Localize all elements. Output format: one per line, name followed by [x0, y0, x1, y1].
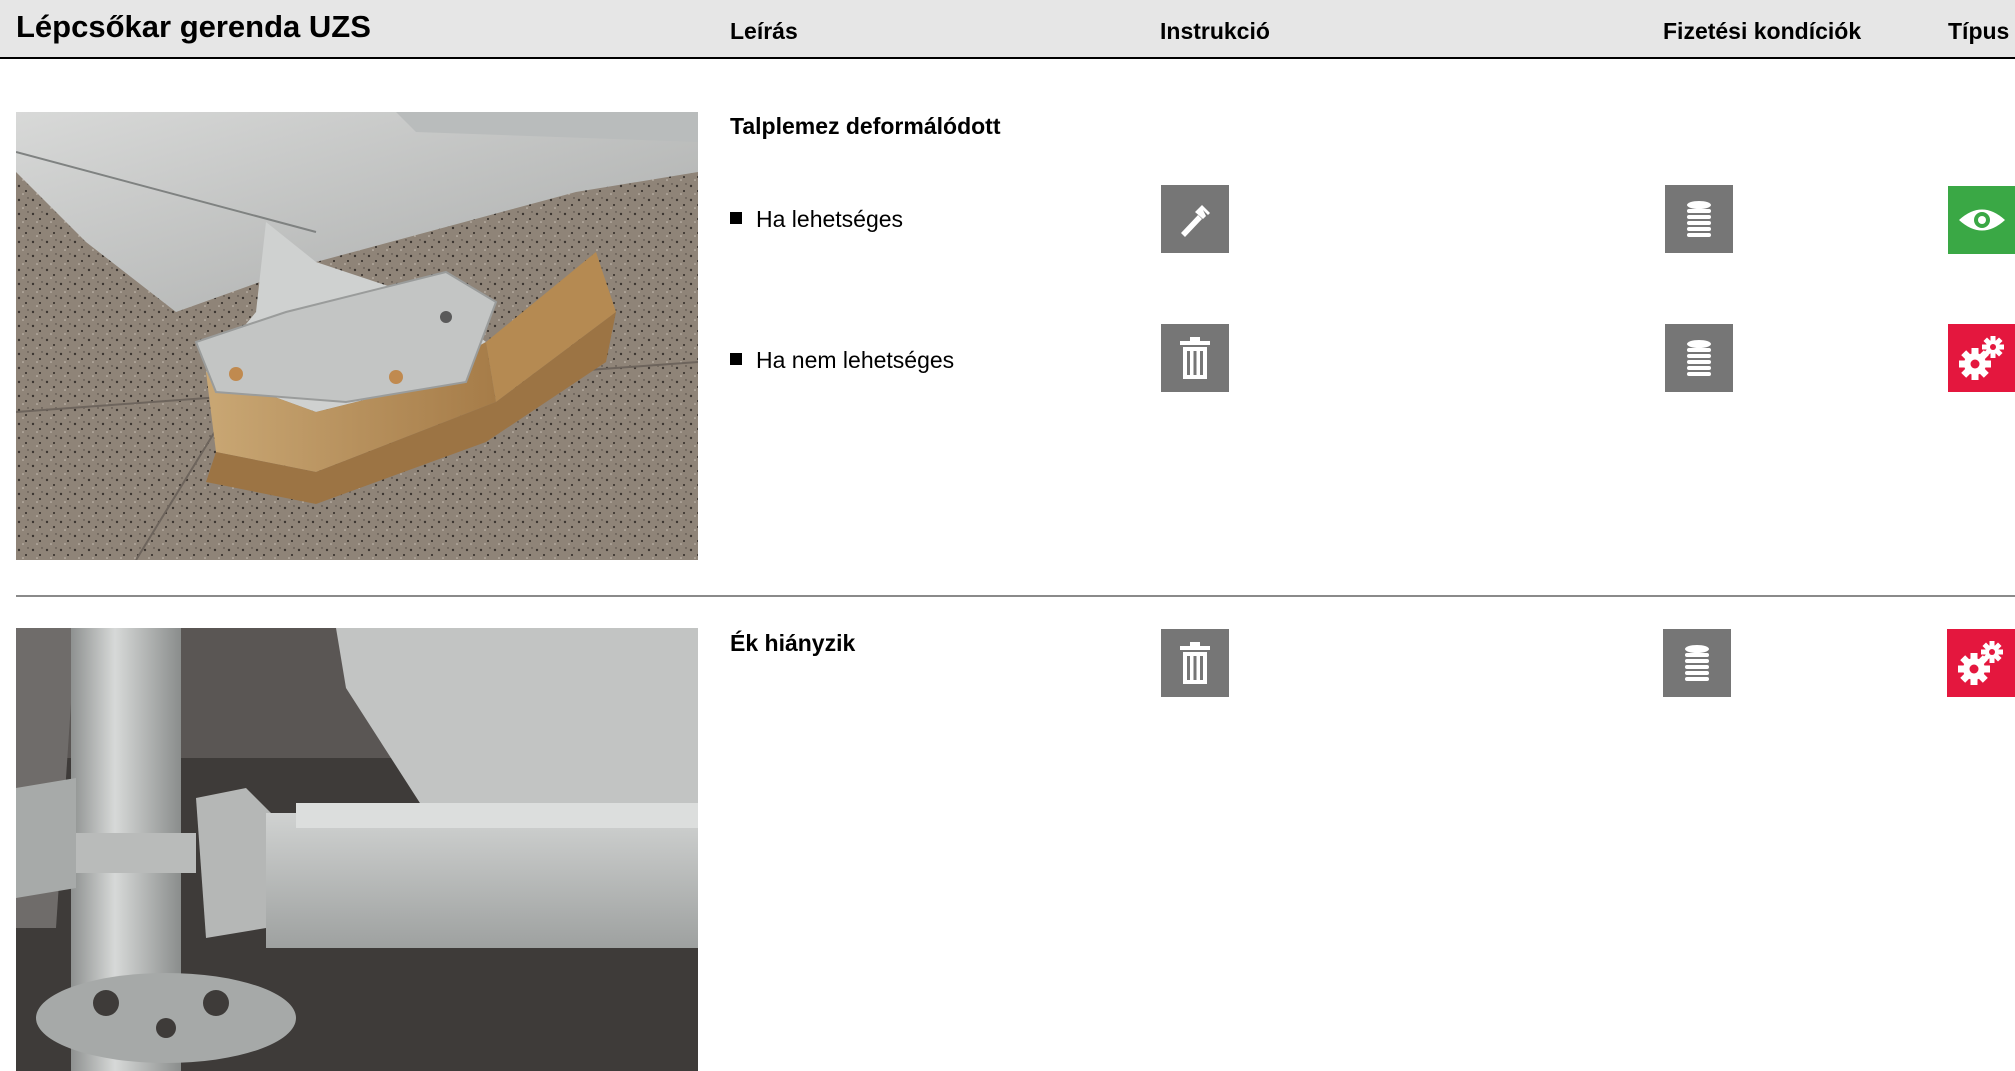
column-header-payment: Fizetési kondíciók: [1663, 18, 1862, 44]
bent-base-plate-photo: [16, 112, 698, 560]
bullet-icon: [730, 353, 742, 365]
column-header-instruction: Instrukció: [1160, 18, 1270, 44]
option-label: Ha nem lehetséges: [756, 347, 955, 373]
row-divider: [16, 595, 2015, 597]
trash-icon: [1161, 324, 1229, 392]
row-1-option-2: Ha nem lehetséges: [730, 347, 954, 374]
coin-stack-icon: [1663, 629, 1731, 697]
coin-stack-icon: [1665, 324, 1733, 392]
option-label: Ha lehetséges: [756, 206, 904, 232]
bullet-icon: [730, 212, 742, 224]
hammer-icon: [1161, 185, 1229, 253]
coin-stack-icon: [1665, 185, 1733, 253]
row-1-option-1: Ha lehetséges: [730, 206, 903, 233]
row-1-title: Talplemez deformálódott: [730, 113, 1001, 139]
row-2-title: Ék hiányzik: [730, 630, 856, 656]
column-header-type: Típus: [1948, 18, 2010, 44]
page-title: Lépcsőkar gerenda UZS: [16, 9, 371, 44]
gears-icon: [1948, 324, 2015, 392]
gears-icon: [1947, 629, 2015, 697]
trash-icon: [1161, 629, 1229, 697]
column-header-description: Leírás: [730, 18, 798, 44]
table-header: Lépcsőkar gerenda UZS Leírás Instrukció …: [0, 0, 2015, 59]
missing-wedge-photo: [16, 628, 698, 1071]
eye-icon: [1948, 186, 2015, 254]
